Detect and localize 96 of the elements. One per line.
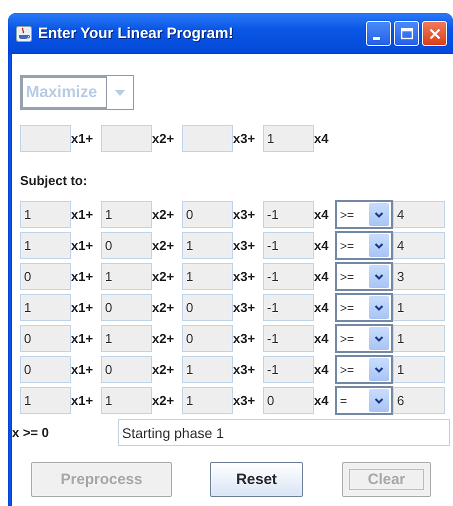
variable-label: x2+ xyxy=(152,331,176,346)
variable-label: x1+ xyxy=(71,393,94,408)
coefficient-field[interactable]: 0 xyxy=(101,356,152,383)
chevron-icon xyxy=(374,396,384,404)
chevron-icon xyxy=(374,242,384,250)
coefficient-field[interactable]: 0 xyxy=(20,263,71,290)
variable-label: x4 xyxy=(314,362,330,377)
coefficient-field[interactable]: 1 xyxy=(101,387,152,414)
variable-label: x2+ xyxy=(152,393,176,408)
coefficient-field[interactable]: 1 xyxy=(182,356,233,383)
relation-dropdown[interactable]: >= xyxy=(335,262,393,291)
maximize-button[interactable] xyxy=(394,21,419,46)
coefficient-field[interactable]: -1 xyxy=(263,325,314,352)
variable-label: x4 xyxy=(314,300,330,315)
caret-icon xyxy=(114,88,126,96)
coefficient-field[interactable]: 0 xyxy=(20,356,71,383)
constraint-label: x >= 0 xyxy=(12,425,50,440)
action-button[interactable]: Reset xyxy=(210,462,303,497)
rhs-field[interactable]: 1 xyxy=(393,294,445,321)
variable-label: x4 xyxy=(314,131,330,146)
variable-label: x3+ xyxy=(233,207,256,222)
section-label: Subject to: xyxy=(20,173,88,188)
rhs-field[interactable]: 6 xyxy=(393,387,445,414)
coefficient-field[interactable]: 1 xyxy=(182,232,233,259)
coefficient-field[interactable]: -1 xyxy=(263,356,314,383)
coefficient-field[interactable]: -1 xyxy=(263,294,314,321)
window-title: Enter Your Linear Program! xyxy=(38,25,234,42)
variable-label: x1+ xyxy=(71,269,94,284)
variable-label: x4 xyxy=(314,269,330,284)
coefficient-field[interactable]: 1 xyxy=(101,263,152,290)
coefficient-field[interactable]: -1 xyxy=(263,263,314,290)
variable-label: x1+ xyxy=(71,207,94,222)
coefficient-field[interactable]: 1 xyxy=(101,325,152,352)
variable-label: x4 xyxy=(314,207,330,222)
relation-dropdown[interactable]: >= xyxy=(335,200,393,229)
relation-dropdown[interactable]: >= xyxy=(335,231,393,260)
coefficient-field[interactable]: 0 xyxy=(101,294,152,321)
coefficient-field[interactable]: 1 xyxy=(20,387,71,414)
coefficient-field[interactable]: 1 xyxy=(263,125,314,152)
coefficient-field[interactable]: 0 xyxy=(101,232,152,259)
variable-label: x2+ xyxy=(152,131,176,146)
coefficient-field[interactable]: 1 xyxy=(20,232,71,259)
coefficient-field[interactable]: 0 xyxy=(20,325,71,352)
variable-label: x3+ xyxy=(233,269,256,284)
chevron-icon xyxy=(374,210,384,218)
variable-label: x1+ xyxy=(71,362,94,377)
coefficient-field[interactable] xyxy=(182,125,233,152)
variable-label: x4 xyxy=(314,238,330,253)
rhs-field[interactable]: 4 xyxy=(393,201,445,228)
variable-label: x2+ xyxy=(152,362,176,377)
variable-label: x1+ xyxy=(71,331,94,346)
variable-label: x3+ xyxy=(233,300,256,315)
variable-label: x4 xyxy=(314,393,330,408)
variable-label: x4 xyxy=(314,331,330,346)
coefficient-field[interactable]: -1 xyxy=(263,201,314,228)
minimize-icon xyxy=(373,36,380,40)
relation-dropdown[interactable]: >= xyxy=(335,324,393,353)
relation-dropdown[interactable]: >= xyxy=(335,355,393,384)
close-button[interactable] xyxy=(422,21,447,46)
chevron-icon xyxy=(374,334,384,342)
status-field[interactable]: Starting phase 1 xyxy=(118,419,450,446)
rhs-field[interactable]: 1 xyxy=(393,325,445,352)
variable-label: x3+ xyxy=(233,362,256,377)
coefficient-field[interactable]: 0 xyxy=(182,325,233,352)
coefficient-field[interactable]: 1 xyxy=(182,263,233,290)
coefficient-field[interactable]: 0 xyxy=(263,387,314,414)
variable-label: x2+ xyxy=(152,207,176,222)
rhs-field[interactable]: 4 xyxy=(393,232,445,259)
variable-label: x2+ xyxy=(152,269,176,284)
variable-label: x1+ xyxy=(71,131,94,146)
coefficient-field[interactable]: 0 xyxy=(182,201,233,228)
coefficient-field[interactable]: -1 xyxy=(263,232,314,259)
minimize-button[interactable] xyxy=(366,21,391,46)
relation-dropdown[interactable]: = xyxy=(335,386,393,415)
coefficient-field[interactable]: 1 xyxy=(182,387,233,414)
chevron-icon xyxy=(374,366,384,374)
chevron-icon xyxy=(374,272,384,280)
variable-label: x3+ xyxy=(233,393,256,408)
coefficient-field[interactable] xyxy=(20,125,71,152)
chevron-icon xyxy=(374,304,384,312)
variable-label: x1+ xyxy=(71,300,94,315)
coefficient-field[interactable] xyxy=(101,125,152,152)
rhs-field[interactable]: 3 xyxy=(393,263,445,290)
coefficient-field[interactable]: 1 xyxy=(20,201,71,228)
relation-dropdown[interactable]: >= xyxy=(335,293,393,322)
variable-label: x3+ xyxy=(233,131,256,146)
coefficient-field[interactable]: 1 xyxy=(20,294,71,321)
coefficient-field[interactable]: 1 xyxy=(101,201,152,228)
variable-label: x3+ xyxy=(233,331,256,346)
rhs-field[interactable]: 1 xyxy=(393,356,445,383)
variable-label: x3+ xyxy=(233,238,256,253)
variable-label: x2+ xyxy=(152,300,176,315)
variable-label: x2+ xyxy=(152,238,176,253)
coefficient-field[interactable]: 0 xyxy=(182,294,233,321)
variable-label: x1+ xyxy=(71,238,94,253)
coffee-cup-icon xyxy=(16,26,32,42)
